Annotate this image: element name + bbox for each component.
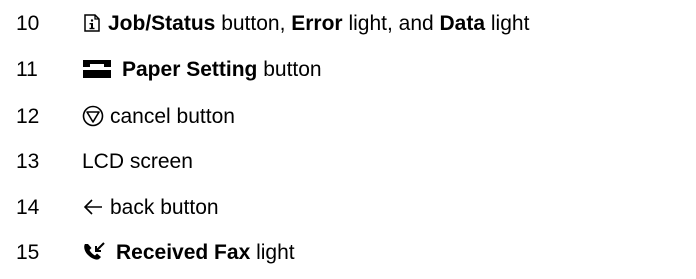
cancel-stop-icon — [82, 105, 104, 127]
received-fax-icon — [82, 241, 106, 263]
control-panel-legend: 10 Job/Status button, Error light, and D… — [0, 0, 696, 279]
legend-item-job-status: 10 Job/Status button, Error light, and D… — [0, 3, 696, 43]
data-label: Data — [439, 11, 486, 35]
description-text: cancel button — [110, 104, 235, 128]
legend-item-paper-setting: 11 Paper Setting button — [0, 49, 696, 89]
description-text: button — [257, 57, 322, 81]
item-number: 12 — [16, 104, 40, 128]
description-text: light, and — [342, 11, 440, 35]
item-number: 11 — [16, 57, 38, 81]
legend-item-lcd-screen: 13 LCD screen — [0, 141, 696, 181]
paper-setting-icon — [82, 59, 112, 79]
legend-item-cancel: 12 cancel button — [0, 96, 696, 136]
item-description: Job/Status button, Error light, and Data… — [82, 13, 529, 34]
item-number: 13 — [16, 149, 40, 173]
legend-item-back: 14 back button — [0, 187, 696, 227]
description-text: back button — [110, 195, 219, 219]
legend-item-received-fax: 15 Received Fax light — [0, 232, 696, 272]
received-fax-label: Received Fax — [116, 240, 251, 264]
error-label: Error — [291, 11, 343, 35]
job-status-label: Job/Status — [108, 11, 216, 35]
item-description: Received Fax light — [82, 241, 295, 263]
item-number: 15 — [16, 240, 40, 264]
description-text: LCD screen — [82, 149, 193, 173]
paper-setting-label: Paper Setting — [122, 57, 258, 81]
item-number: 10 — [16, 11, 40, 35]
back-arrow-icon — [82, 198, 104, 216]
description-text: light — [485, 11, 530, 35]
item-description: back button — [82, 197, 219, 218]
item-description: LCD screen — [82, 151, 193, 172]
description-text: light — [250, 240, 295, 264]
item-description: cancel button — [82, 105, 235, 127]
description-text: button, — [215, 11, 292, 35]
item-description: Paper Setting button — [82, 59, 322, 80]
item-number: 14 — [16, 195, 40, 219]
job-status-icon — [82, 13, 102, 33]
